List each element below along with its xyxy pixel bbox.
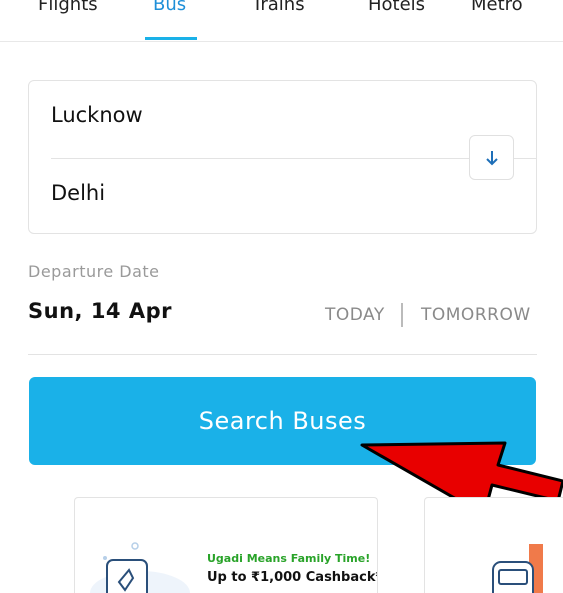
promo-banner-secondary[interactable] — [424, 497, 563, 593]
promo-offer: Up to ₹1,000 Cashback* — [207, 570, 378, 585]
to-city-field[interactable]: Delhi — [51, 181, 105, 205]
route-divider — [51, 158, 536, 159]
tab-hotels[interactable]: Hotels — [368, 0, 425, 15]
bus-illustration-icon — [492, 544, 543, 593]
swap-cities-button[interactable] — [469, 135, 514, 180]
departure-date-value[interactable]: Sun, 14 Apr — [28, 299, 172, 323]
tab-flights[interactable]: Flights — [38, 0, 98, 15]
transport-tabs: Flights Bus Trains Hotels Metro — [0, 0, 563, 42]
tab-bus[interactable]: Bus — [153, 0, 186, 15]
search-buses-label: Search Buses — [198, 407, 367, 435]
date-quick-separator — [401, 303, 403, 327]
from-city-field[interactable]: Lucknow — [51, 103, 143, 127]
phone-illustration-icon — [90, 542, 190, 593]
arrow-down-icon — [485, 150, 498, 165]
promo-banner[interactable]: Ugadi Means Family Time! Up to ₹1,000 Ca… — [74, 497, 378, 593]
tab-trains[interactable]: Trains — [252, 0, 305, 15]
tomorrow-button[interactable]: TOMORROW — [421, 305, 531, 325]
tab-metro[interactable]: Metro — [471, 0, 523, 15]
today-button[interactable]: TODAY — [325, 305, 385, 325]
departure-date-label: Departure Date — [28, 262, 160, 281]
promo-headline: Ugadi Means Family Time! — [207, 552, 371, 565]
active-tab-indicator — [145, 37, 197, 40]
route-card: Lucknow Delhi — [28, 80, 537, 234]
date-divider — [28, 354, 537, 355]
